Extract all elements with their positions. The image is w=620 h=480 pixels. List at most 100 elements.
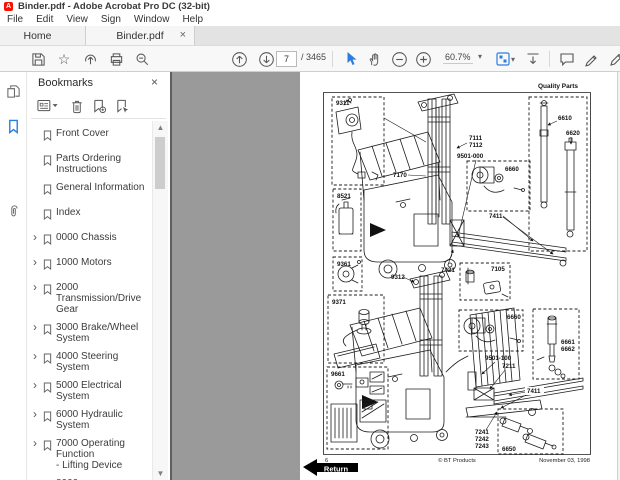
bookmark-icon [43, 440, 52, 451]
page-thumbnails-button[interactable] [4, 82, 23, 101]
chevron-right-icon[interactable]: › [33, 322, 43, 332]
bookmark-item[interactable]: › 6000 Hydraulic System [33, 409, 153, 431]
attachments-button[interactable] [4, 202, 23, 221]
chevron-right-icon[interactable]: › [33, 351, 43, 361]
part-label: 6662 [561, 346, 575, 353]
comment-button[interactable] [556, 48, 578, 70]
zoom-dropdown-caret-icon[interactable]: ▾ [478, 52, 482, 61]
menu-sign[interactable]: Sign [101, 14, 121, 25]
chevron-right-icon[interactable]: › [33, 257, 43, 267]
chevron-right-icon[interactable]: › [33, 380, 43, 390]
part-label: 6620 [566, 130, 580, 137]
menu-help[interactable]: Help [182, 14, 203, 25]
fill-sign-button[interactable] [606, 48, 620, 70]
part-label: 6660 [507, 314, 521, 321]
menu-view[interactable]: View [66, 14, 88, 25]
star-icon: ☆ [58, 51, 71, 68]
previous-page-button[interactable] [228, 48, 250, 70]
delete-bookmark-icon [70, 99, 84, 114]
bookmark-options-button[interactable] [35, 96, 61, 116]
toolbar-divider [549, 51, 550, 67]
highlight-button[interactable] [580, 48, 602, 70]
bookmarks-list: ›Front Cover ›Parts OrderingInstructions ›… [27, 122, 153, 480]
part-label: 7111 [469, 135, 483, 142]
page-number-input[interactable]: 7 [276, 51, 297, 67]
bookmark-label: 3000 Brake/WheelSystem [56, 322, 138, 344]
chevron-right-icon[interactable]: › [33, 282, 43, 292]
page-view-caret-icon[interactable]: ▾ [508, 48, 518, 70]
zoom-out-button[interactable] [388, 48, 410, 70]
bookmark-item[interactable]: ›Parts OrderingInstructions [33, 153, 153, 175]
attachments-icon [7, 204, 21, 219]
tab-document[interactable]: Binder.pdf × [85, 26, 195, 45]
part-label: 7112 [469, 142, 483, 149]
tab-home[interactable]: Home [10, 26, 65, 45]
bookmark-icon [43, 353, 52, 364]
menu-edit[interactable]: Edit [36, 14, 53, 25]
save-icon [31, 52, 46, 67]
menu-window[interactable]: Window [134, 14, 170, 25]
scroll-down-icon[interactable]: ▼ [153, 467, 168, 480]
star-button[interactable]: ☆ [53, 48, 75, 70]
upper-truck-drawing [358, 94, 566, 278]
options-icon [37, 99, 59, 113]
select-tool-button[interactable] [340, 48, 362, 70]
zoom-level-value[interactable]: 60.7% [443, 52, 473, 64]
menu-file[interactable]: File [7, 14, 23, 25]
delete-bookmark-button[interactable] [67, 96, 87, 116]
bookmark-item[interactable]: ›General Information [33, 182, 153, 200]
part-label: 7411 [527, 388, 541, 395]
scroll-mode-button[interactable] [522, 48, 544, 70]
bookmark-item[interactable]: ›Index [33, 207, 153, 225]
bookmark-item[interactable]: ›5000 Electrical System [33, 380, 153, 402]
new-bookmark-button[interactable] [89, 96, 109, 116]
toolbar-divider [332, 51, 333, 67]
print-button[interactable] [105, 48, 127, 70]
bookmark-item[interactable]: ›4000 Steering System [33, 351, 153, 373]
part-label: 7211 [502, 363, 516, 370]
return-button[interactable]: Return [303, 459, 358, 476]
scroll-up-icon[interactable]: ▲ [153, 121, 168, 134]
part-label: 6661 [561, 339, 575, 346]
part-label: 8521 [337, 193, 351, 200]
document-tab-label: Binder.pdf [116, 30, 163, 42]
zoom-in-button[interactable] [412, 48, 434, 70]
bookmark-label: Index [56, 207, 80, 218]
bookmarks-panel-button[interactable] [4, 117, 23, 136]
part-label: 7170 [393, 172, 407, 179]
bookmark-icon [43, 209, 52, 220]
close-panel-icon[interactable]: × [151, 75, 158, 89]
window-title: Binder.pdf - Adobe Acrobat Pro DC (32-bi… [18, 1, 210, 12]
upload-button[interactable] [79, 48, 101, 70]
next-page-button[interactable] [255, 48, 277, 70]
save-button[interactable] [27, 48, 49, 70]
title-bar: A Binder.pdf - Adobe Acrobat Pro DC (32-… [0, 0, 620, 13]
divider [31, 118, 166, 119]
chevron-right-icon[interactable]: › [33, 232, 43, 242]
document-area: Bookmarks × ›Front Cover›Parts OrderingI… [0, 72, 620, 480]
close-tab-icon[interactable]: × [180, 29, 186, 41]
bookmark-label: 0000 Chassis [56, 232, 117, 243]
goto-bookmark-button[interactable] [112, 96, 132, 116]
bookmark-item[interactable]: › 0000 Chassis [33, 232, 153, 250]
bookmark-item[interactable]: ›1000 Motors [33, 257, 153, 275]
bookmarks-scrollbar[interactable]: ▲ ▼ [152, 121, 168, 480]
bookmark-item[interactable]: ›2000 Transmission/DriveGear [33, 282, 153, 315]
parts-diagram: Quality Parts 6 © BT Products November 0… [300, 72, 620, 480]
hand-tool-icon [367, 52, 382, 67]
find-button[interactable] [131, 48, 153, 70]
part-label: 6660 [505, 166, 519, 173]
part-label: 7243 [475, 443, 489, 450]
hand-tool-button[interactable] [363, 48, 385, 70]
scrollbar-thumb[interactable] [155, 137, 165, 189]
bookmark-label: 7000 Operating Function- Lifting Device [56, 438, 153, 471]
bookmark-label: 6000 Hydraulic System [56, 409, 153, 431]
chevron-right-icon[interactable]: › [33, 409, 43, 419]
return-button-label: Return [324, 465, 349, 474]
bookmark-item[interactable]: › 7000 Operating Function- Lifting Device [33, 438, 153, 471]
tab-bar: Home Tools Binder.pdf × [0, 26, 620, 46]
bookmark-item[interactable]: › 3000 Brake/WheelSystem [33, 322, 153, 344]
chevron-right-icon[interactable]: › [33, 438, 43, 448]
menu-bar: File Edit View Sign Window Help [0, 13, 620, 26]
bookmark-item[interactable]: ›Front Cover [33, 128, 153, 146]
